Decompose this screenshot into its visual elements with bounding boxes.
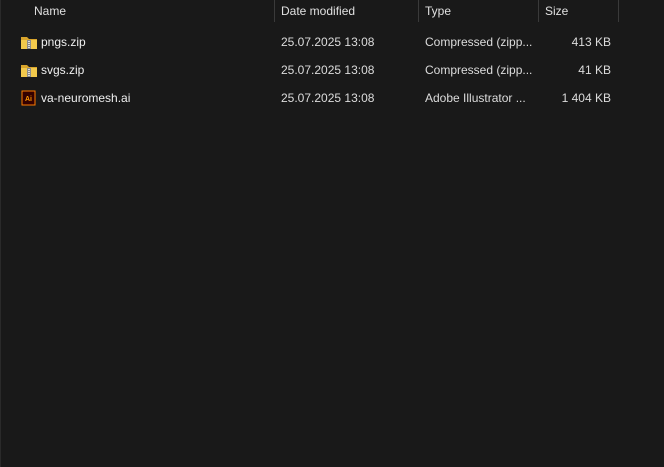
file-date-modified: 25.07.2025 13:08: [281, 91, 375, 105]
column-header-size[interactable]: Size: [539, 0, 618, 22]
file-name: svgs.zip: [41, 63, 85, 77]
file-row-pngs-zip[interactable]: pngs.zip 25.07.2025 13:08 Compressed (zi…: [1, 28, 621, 56]
column-header-date-modified[interactable]: Date modified: [275, 0, 418, 22]
adobe-illustrator-icon: Ai: [21, 90, 36, 106]
file-list-view: Name Date modified Type Size pngs.zip 25…: [0, 0, 664, 467]
file-size: 1 404 KB: [561, 91, 611, 105]
file-row-va-neuromesh-ai[interactable]: Ai va-neuromesh.ai 25.07.2025 13:08 Adob…: [1, 84, 621, 112]
svg-text:Ai: Ai: [25, 96, 32, 103]
file-type: Compressed (zipp...: [425, 35, 533, 49]
file-name: va-neuromesh.ai: [41, 91, 131, 105]
file-date-modified: 25.07.2025 13:08: [281, 35, 375, 49]
file-type: Compressed (zipp...: [425, 63, 533, 77]
file-row-svgs-zip[interactable]: svgs.zip 25.07.2025 13:08 Compressed (zi…: [1, 56, 621, 84]
zip-folder-icon: [21, 65, 37, 77]
column-divider[interactable]: [618, 0, 619, 22]
file-size: 41 KB: [578, 63, 611, 77]
column-header-row: Name Date modified Type Size: [1, 0, 664, 22]
file-list: pngs.zip 25.07.2025 13:08 Compressed (zi…: [1, 28, 664, 112]
file-date-modified: 25.07.2025 13:08: [281, 63, 375, 77]
zip-folder-icon: [21, 37, 37, 49]
file-name: pngs.zip: [41, 35, 86, 49]
file-size: 413 KB: [571, 35, 611, 49]
column-header-type[interactable]: Type: [419, 0, 538, 22]
column-header-name[interactable]: Name: [28, 0, 274, 22]
file-type: Adobe Illustrator ...: [425, 91, 526, 105]
